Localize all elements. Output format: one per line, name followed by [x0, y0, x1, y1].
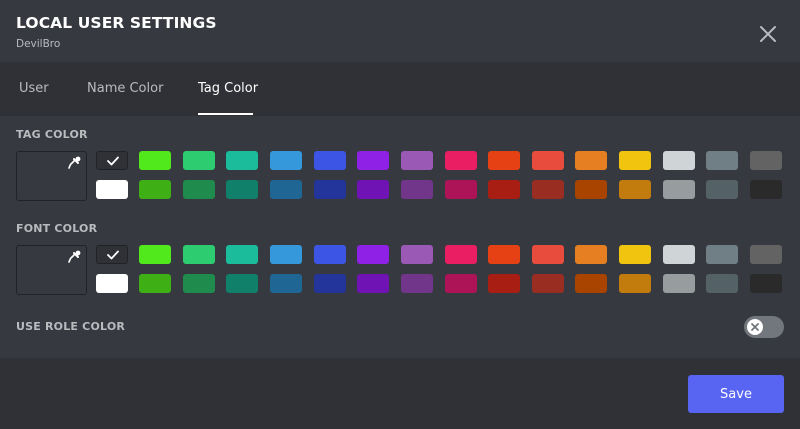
font-swatch-2a2a2a[interactable] [750, 274, 782, 293]
font-swatch-11806a[interactable] [226, 274, 258, 293]
tag-swatch-a84300[interactable] [575, 180, 607, 199]
tag-swatch-11806a[interactable] [226, 180, 258, 199]
font-swatch-206694[interactable] [270, 274, 302, 293]
tag-swatch-707f86[interactable] [706, 151, 738, 170]
font-swatch-9b59b6[interactable] [401, 245, 433, 264]
font-swatch-3498db[interactable] [270, 245, 302, 264]
toggle-knob [747, 319, 763, 335]
font-swatch-7013b4[interactable] [357, 274, 389, 293]
font-swatch-a84300[interactable] [575, 274, 607, 293]
tag-swatch-3eaf14[interactable] [139, 180, 171, 199]
use-role-color-label: USE ROLE COLOR [16, 320, 126, 333]
font-swatch-546167[interactable] [706, 274, 738, 293]
font-swatch-23349a[interactable] [314, 274, 346, 293]
tag-swatch-a91e13[interactable] [488, 180, 520, 199]
font-swatch-c27c0e[interactable] [619, 274, 651, 293]
tag-swatch-3498db[interactable] [270, 151, 302, 170]
tag-swatch-23349a[interactable] [314, 180, 346, 199]
tag-swatch-979c9f[interactable] [663, 180, 695, 199]
font-color-label: FONT COLOR [16, 222, 98, 235]
modal-subtitle: DevilBro [16, 38, 61, 50]
font-swatch-cfd4d6[interactable] [663, 245, 695, 264]
tab-name-color[interactable]: Name Color [87, 81, 163, 96]
font-swatch-3c55e5[interactable] [314, 245, 346, 264]
modal-header: LOCAL USER SETTINGS DevilBro [0, 0, 800, 62]
font-swatch-1f8b4c[interactable] [183, 274, 215, 293]
font-swatch-ad1457[interactable] [445, 274, 477, 293]
eyedropper-icon [68, 156, 81, 169]
modal-footer: Save [0, 358, 800, 429]
tag-swatch-9b59b6[interactable] [401, 151, 433, 170]
tag-swatch-cfd4d6[interactable] [663, 151, 695, 170]
tab-bar: User Name Color Tag Color [0, 62, 800, 116]
font-swatch-f1c40f[interactable] [619, 245, 651, 264]
font-swatch-979c9f[interactable] [663, 274, 695, 293]
tag-swatch-3c55e5[interactable] [314, 151, 346, 170]
tag-custom-color-picker[interactable] [16, 151, 87, 201]
tag-swatch-7013b4[interactable] [357, 180, 389, 199]
font-swatch-1abc9c[interactable] [226, 245, 258, 264]
tag-swatch-1abc9c[interactable] [226, 151, 258, 170]
active-tab-indicator [198, 113, 253, 115]
tag-swatch-636363[interactable] [750, 151, 782, 170]
tag-swatch-f1c40f[interactable] [619, 151, 651, 170]
font-swatch-3eaf14[interactable] [139, 274, 171, 293]
tag-swatch-ffffff[interactable] [96, 180, 128, 199]
tag-swatch-546167[interactable] [706, 180, 738, 199]
font-swatch-71368a[interactable] [401, 274, 433, 293]
font-swatch-e67e22[interactable] [575, 245, 607, 264]
font-swatch-ffffff[interactable] [96, 274, 128, 293]
font-swatch-a91e13[interactable] [488, 274, 520, 293]
font-swatch-e74c3c[interactable] [532, 245, 564, 264]
font-swatch-e64115[interactable] [488, 245, 520, 264]
check-icon [107, 156, 119, 166]
font-swatch-707f86[interactable] [706, 245, 738, 264]
tag-swatch-ad1457[interactable] [445, 180, 477, 199]
tab-tag-color[interactable]: Tag Color [198, 81, 258, 96]
tag-swatch-206694[interactable] [270, 180, 302, 199]
tag-swatch-e67e22[interactable] [575, 151, 607, 170]
tag-swatch-992d22[interactable] [532, 180, 564, 199]
font-swatch-8f21e6[interactable] [357, 245, 389, 264]
save-button[interactable]: Save [688, 375, 784, 413]
eyedropper-icon [68, 250, 81, 263]
tag-swatch-e64115[interactable] [488, 151, 520, 170]
font-swatch-992d22[interactable] [532, 274, 564, 293]
font-swatch-e91e63[interactable] [445, 245, 477, 264]
tag-swatch-e74c3c[interactable] [532, 151, 564, 170]
font-swatch-none[interactable] [96, 245, 128, 264]
font-swatch-636363[interactable] [750, 245, 782, 264]
tag-swatch-e91e63[interactable] [445, 151, 477, 170]
tab-user[interactable]: User [19, 81, 49, 96]
tag-swatch-71368a[interactable] [401, 180, 433, 199]
tag-color-label: TAG COLOR [16, 128, 88, 141]
font-swatch-2ecc71[interactable] [183, 245, 215, 264]
tag-swatch-52e91c[interactable] [139, 151, 171, 170]
close-button[interactable] [756, 22, 780, 46]
check-icon [107, 250, 119, 260]
font-custom-color-picker[interactable] [16, 245, 87, 295]
tag-swatch-c27c0e[interactable] [619, 180, 651, 199]
tag-swatch-1f8b4c[interactable] [183, 180, 215, 199]
modal-title: LOCAL USER SETTINGS [16, 14, 217, 32]
use-role-color-toggle[interactable] [744, 316, 784, 338]
x-icon [751, 323, 759, 331]
tag-swatch-2a2a2a[interactable] [750, 180, 782, 199]
tag-swatch-8f21e6[interactable] [357, 151, 389, 170]
tag-swatch-none[interactable] [96, 151, 128, 170]
tag-swatch-2ecc71[interactable] [183, 151, 215, 170]
font-swatch-52e91c[interactable] [139, 245, 171, 264]
settings-modal: LOCAL USER SETTINGS DevilBro User Name C… [0, 0, 800, 429]
close-icon [760, 26, 776, 42]
